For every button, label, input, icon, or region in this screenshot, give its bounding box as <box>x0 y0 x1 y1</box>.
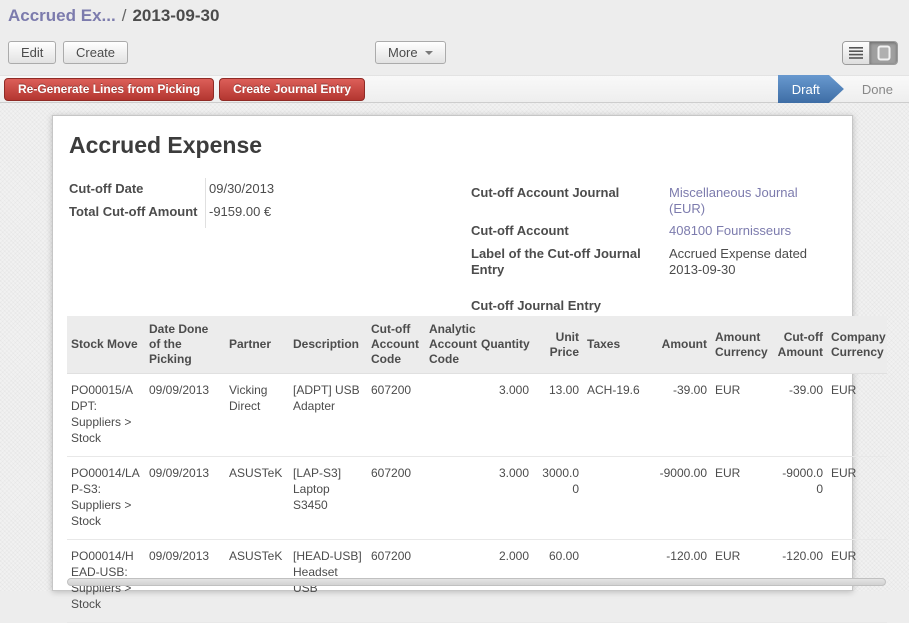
table-cell: 607200 <box>367 457 425 540</box>
caret-down-icon <box>425 51 433 55</box>
field-row-cutoff-account-journal: Cut-off Account JournalMiscellaneous Jou… <box>471 182 841 220</box>
journal-entry-label-value: Accrued Expense dated 2013-09-30 <box>669 246 819 278</box>
column-header: Quantity <box>477 316 533 374</box>
table-cell: 09/09/2013 <box>145 457 225 540</box>
horizontal-scrollbar[interactable] <box>67 578 886 586</box>
top-bar: Accrued Ex.../2013-09-30 Edit Create Mor… <box>0 0 909 75</box>
cutoff-account-label: Cut-off Account <box>471 223 669 240</box>
table-cell: -39.00 <box>773 374 827 457</box>
table-cell: EUR <box>711 457 773 540</box>
table-cell: [ADPT] USB Adapter <box>289 374 367 457</box>
column-header: Taxes <box>583 316 653 374</box>
cutoff-journal-entry-label: Cut-off Journal Entry <box>471 298 669 315</box>
table-cell: 607200 <box>367 374 425 457</box>
view-switcher <box>842 41 898 65</box>
create-button[interactable]: Create <box>63 41 128 64</box>
cutoff-lines-table: Stock MoveDate Done of the PickingPartne… <box>67 316 887 623</box>
create-journal-entry-button[interactable]: Create Journal Entry <box>219 78 365 101</box>
field-row-journal-entry-label: Label of the Cut-off Journal EntryAccrue… <box>471 243 841 281</box>
form-sheet: Accrued Expense Cut-off Date09/30/2013To… <box>52 115 853 591</box>
column-header: Description <box>289 316 367 374</box>
table-cell: 3.000 <box>477 374 533 457</box>
cutoff-account-journal-value[interactable]: Miscellaneous Journal (EUR) <box>669 185 819 217</box>
table-row[interactable]: PO00014/LAP-S3: Suppliers > Stock09/09/2… <box>67 457 887 540</box>
table-cell: EUR <box>827 374 887 457</box>
table-cell: 09/09/2013 <box>145 374 225 457</box>
column-header: Cut-off Amount <box>773 316 827 374</box>
edit-button[interactable]: Edit <box>8 41 56 64</box>
page-title: Accrued Expense <box>69 132 262 159</box>
column-header: Company Currency <box>827 316 887 374</box>
field-row-cutoff-journal-entry: Cut-off Journal Entry <box>471 295 841 318</box>
table-cell <box>425 457 477 540</box>
table-header-row: Stock MoveDate Done of the PickingPartne… <box>67 316 887 374</box>
breadcrumb-separator: / <box>116 6 133 25</box>
more-button-label: More <box>388 45 418 60</box>
table-cell: EUR <box>711 374 773 457</box>
table-cell: -9000.00 <box>653 457 711 540</box>
more-button[interactable]: More <box>375 41 446 64</box>
content-area: Accrued Expense Cut-off Date09/30/2013To… <box>0 103 909 591</box>
cutoff-account-value[interactable]: 408100 Fournisseurs <box>669 223 819 240</box>
column-header: Unit Price <box>533 316 583 374</box>
list-icon <box>849 47 863 59</box>
form-icon <box>877 45 891 61</box>
table-cell: ASUSTeK <box>225 457 289 540</box>
table-cell: PO00015/ADPT: Suppliers > Stock <box>67 374 145 457</box>
table-cell: -9000.00 <box>773 457 827 540</box>
journal-entry-label-label: Label of the Cut-off Journal Entry <box>471 246 669 278</box>
status-bar: Re-Generate Lines from PickingCreate Jou… <box>0 75 909 103</box>
column-header: Stock Move <box>67 316 145 374</box>
table-cell <box>425 374 477 457</box>
form-view-button[interactable] <box>870 42 897 64</box>
table-cell: PO00014/LAP-S3: Suppliers > Stock <box>67 457 145 540</box>
column-header: Amount <box>653 316 711 374</box>
field-row-cutoff-date: Cut-off Date09/30/2013 <box>69 178 399 201</box>
table-cell: Vicking Direct <box>225 374 289 457</box>
total-cutoff-amount-label: Total Cut-off Amount <box>69 204 205 221</box>
cutoff-date-label: Cut-off Date <box>69 181 205 198</box>
column-header: Analytic Account Code <box>425 316 477 374</box>
column-header: Date Done of the Picking <box>145 316 225 374</box>
table-cell: 13.00 <box>533 374 583 457</box>
total-cutoff-amount-value: -9159.00 € <box>205 204 355 221</box>
column-header: Partner <box>225 316 289 374</box>
field-row-cutoff-account: Cut-off Account408100 Fournisseurs <box>471 220 841 243</box>
field-row-total-cutoff-amount: Total Cut-off Amount-9159.00 € <box>69 201 399 224</box>
column-header: Amount Currency <box>711 316 773 374</box>
status-steps: DraftDone <box>778 75 909 103</box>
table-cell: EUR <box>827 457 887 540</box>
table-cell: 3.000 <box>477 457 533 540</box>
table-cell: ACH-19.6 <box>583 374 653 457</box>
list-view-button[interactable] <box>843 42 870 64</box>
table-cell <box>583 457 653 540</box>
cutoff-journal-entry-value <box>669 298 819 315</box>
field-group-left: Cut-off Date09/30/2013Total Cut-off Amou… <box>69 178 399 224</box>
breadcrumb-parent-link[interactable]: Accrued Ex... <box>8 6 116 25</box>
cutoff-date-value: 09/30/2013 <box>205 181 355 198</box>
status-step-done: Done <box>846 75 909 103</box>
table-cell: -39.00 <box>653 374 711 457</box>
cutoff-account-journal-label: Cut-off Account Journal <box>471 185 669 217</box>
table-cell: 3000.00 <box>533 457 583 540</box>
action-buttons: Re-Generate Lines from PickingCreate Jou… <box>4 78 365 101</box>
field-group-right: Cut-off Account JournalMiscellaneous Jou… <box>471 182 841 318</box>
status-step-draft: Draft <box>778 75 844 103</box>
breadcrumb-current: 2013-09-30 <box>132 6 219 25</box>
breadcrumb: Accrued Ex.../2013-09-30 <box>8 6 219 26</box>
regenerate-lines-button[interactable]: Re-Generate Lines from Picking <box>4 78 214 101</box>
table-row[interactable]: PO00015/ADPT: Suppliers > Stock09/09/201… <box>67 374 887 457</box>
column-header: Cut-off Account Code <box>367 316 425 374</box>
table-cell: [LAP-S3] Laptop S3450 <box>289 457 367 540</box>
